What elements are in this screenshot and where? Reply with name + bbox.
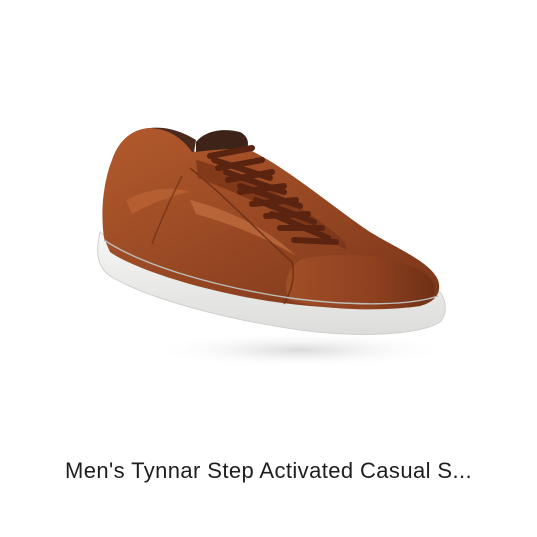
product-image[interactable]: [0, 0, 537, 420]
product-card[interactable]: Men's Tynnar Step Activated Casual S...: [0, 0, 537, 537]
product-title[interactable]: Men's Tynnar Step Activated Casual S...: [0, 458, 537, 484]
shoe-shadow: [150, 332, 450, 368]
